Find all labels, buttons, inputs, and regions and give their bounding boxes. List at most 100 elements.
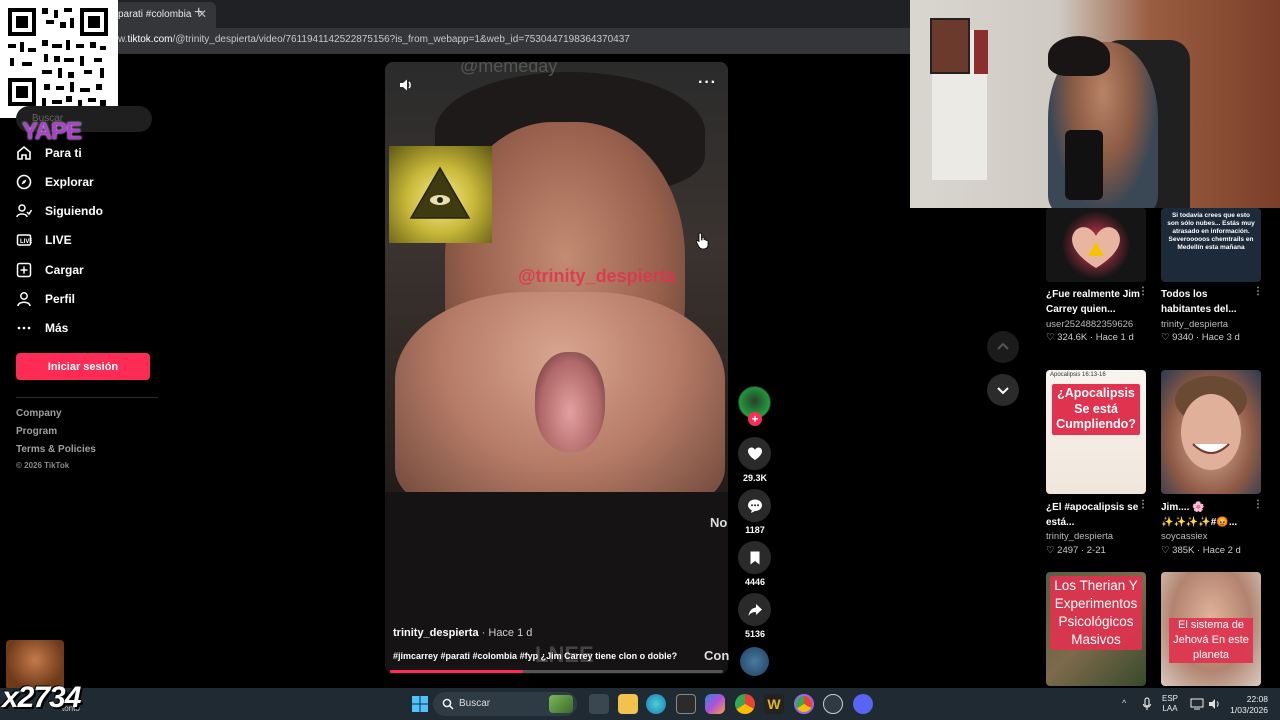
sidebar-item-explorar[interactable]: Explorar [16,171,94,193]
chevron-up-icon [997,342,1009,350]
url-text[interactable]: w.tiktok.com/@trinity_despierta/video/76… [118,34,630,45]
login-button[interactable]: Iniciar sesión [16,353,150,380]
thumbnail-text: Los Therian Y Experimentos Psicológicos … [1050,576,1142,650]
bookmark-icon [750,551,759,564]
windows-taskbar [0,688,1280,720]
footer-link-terms[interactable]: Terms & Policies [16,444,96,455]
streamer-webcam [910,0,1280,208]
photos-app-icon[interactable] [676,694,696,714]
related-video-title[interactable]: Todos los habitantes del... [1161,287,1256,317]
share-button[interactable] [738,593,771,626]
related-video-title[interactable]: Jim.... 🌸 ✨✨✨✨#😡... [1161,500,1256,530]
volume-icon[interactable] [398,77,414,98]
video-progress-fill [390,670,524,673]
related-video-thumbnail[interactable]: Apocalipsis 16:13-16 ¿Apocalipsis Se est… [1046,370,1146,494]
copilot-icon[interactable] [705,694,725,714]
related-video-user[interactable]: user2524882359626 [1046,319,1133,330]
related-video-thumbnail[interactable] [1046,208,1146,282]
more-icon [16,320,32,336]
related-video-thumbnail[interactable]: Los Therian Y Experimentos Psicológicos … [1046,572,1146,686]
related-video-stats: ♡ 324.6K · Hace 1 d [1046,332,1134,343]
related-video-thumbnail[interactable] [1161,370,1261,494]
file-explorer-icon[interactable] [618,694,638,714]
save-button[interactable] [738,541,771,574]
comment-button[interactable] [738,489,771,522]
sidebar-item-mas[interactable]: Más [16,317,68,339]
video-frame-tongue [535,352,605,452]
chrome-profile-icon[interactable] [794,694,814,714]
search-highlight-icon [549,695,573,713]
discord-icon[interactable] [853,694,873,714]
webcam-microphone [1065,130,1103,200]
comment-count: 1187 [745,525,765,535]
footer-link-company[interactable]: Company [16,408,62,419]
related-video-user[interactable]: trinity_despierta [1046,531,1113,542]
edge-browser-icon[interactable] [646,694,666,714]
sidebar-item-label: Explorar [45,175,94,189]
video-player[interactable]: LNEE @memeday @trinity_despierta ··· tri… [385,62,728,674]
sidebar-item-label: Siguiendo [45,204,103,218]
share-count: 5136 [744,629,766,639]
obs-icon[interactable] [823,694,843,714]
upload-icon [16,262,32,278]
like-button[interactable] [738,437,771,470]
sidebar-item-label: Para ti [45,146,82,160]
sidebar-item-live[interactable]: LIVE LIVE [16,229,72,251]
sidebar-item-siguiendo[interactable]: Siguiendo [16,200,103,222]
webcam-wall-poster [974,30,988,74]
microphone-icon[interactable] [1142,697,1152,716]
music-disc-icon[interactable] [740,647,769,676]
stream-counter: x2734 [2,681,81,714]
related-video-thumbnail[interactable]: El sistema de Jehová En este planeta [1161,572,1261,686]
svg-text:LIVE: LIVE [20,239,32,245]
sidebar-item-perfil[interactable]: Perfil [16,288,75,310]
video-watermark: @trinity_despierta [518,266,676,286]
related-video-user[interactable]: trinity_despierta [1161,319,1228,330]
follow-button[interactable]: + [748,412,762,426]
thumbnail-header: Apocalipsis 16:13-16 [1050,372,1106,378]
sidebar-item-label: Más [45,321,69,335]
video-author[interactable]: trinity_despierta · Hace 1 d [393,627,532,639]
tray-chevron-up-icon[interactable]: ^ [1122,698,1126,708]
tab-title: parati #colombia [118,9,192,20]
qr-code-image [0,0,118,118]
related-video-title[interactable]: ¿El #apocalipsis se está... [1046,500,1141,530]
thumbnail-text: Si todavía crees que esto son sólo nubes… [1167,212,1255,251]
game-app-icon[interactable]: W [764,694,784,714]
illuminati-eye-image [389,146,492,243]
volume-tray-icon[interactable] [1208,697,1222,715]
related-video-title[interactable]: ¿Fue realmente Jim Carrey quien... [1046,287,1141,317]
task-view-icon[interactable] [589,694,609,714]
video-top-watermark: @memeday [460,62,558,76]
smiling-face-image [1175,376,1247,470]
previous-video-button[interactable] [987,331,1019,363]
taskbar-clock[interactable]: 22:08 1/03/2026 [1222,694,1268,716]
compass-icon [16,174,32,190]
sidebar-item-label: Perfil [45,292,76,306]
sidebar-item-label: LIVE [45,233,72,247]
profile-icon [16,291,32,307]
thumbnail-text: ¿Apocalipsis Se está Cumpliendo? [1052,384,1140,435]
comment-icon [747,499,762,513]
chevron-down-icon [997,387,1009,395]
live-icon: LIVE [16,232,32,248]
thumbnail-text: El sistema de Jehová En este planeta [1169,618,1253,663]
taskbar-search-label: Buscar [459,698,491,709]
related-video-thumbnail[interactable]: Si todavía crees que esto son sólo nubes… [1161,208,1261,282]
chrome-icon[interactable] [735,694,755,714]
next-video-button[interactable] [987,374,1019,406]
related-video-user[interactable]: soycassiex [1161,531,1207,542]
sidebar-item-cargar[interactable]: Cargar [16,259,84,281]
webcam-wall-frame [930,18,970,74]
heart-icon [747,447,762,460]
author-name[interactable]: trinity_despierta [393,627,479,639]
windows-start-icon[interactable] [410,694,430,714]
next-video-edge-text: No [710,515,728,530]
video-more-options-icon[interactable]: ··· [698,74,717,92]
footer-link-program[interactable]: Program [16,426,57,437]
save-count: 4446 [744,577,766,587]
new-tab-icon[interactable]: + [194,4,208,22]
network-icon[interactable] [1190,697,1204,715]
input-language[interactable]: ESP LAA [1162,694,1178,714]
sidebar-item-para-ti[interactable]: Para ti [16,142,82,164]
